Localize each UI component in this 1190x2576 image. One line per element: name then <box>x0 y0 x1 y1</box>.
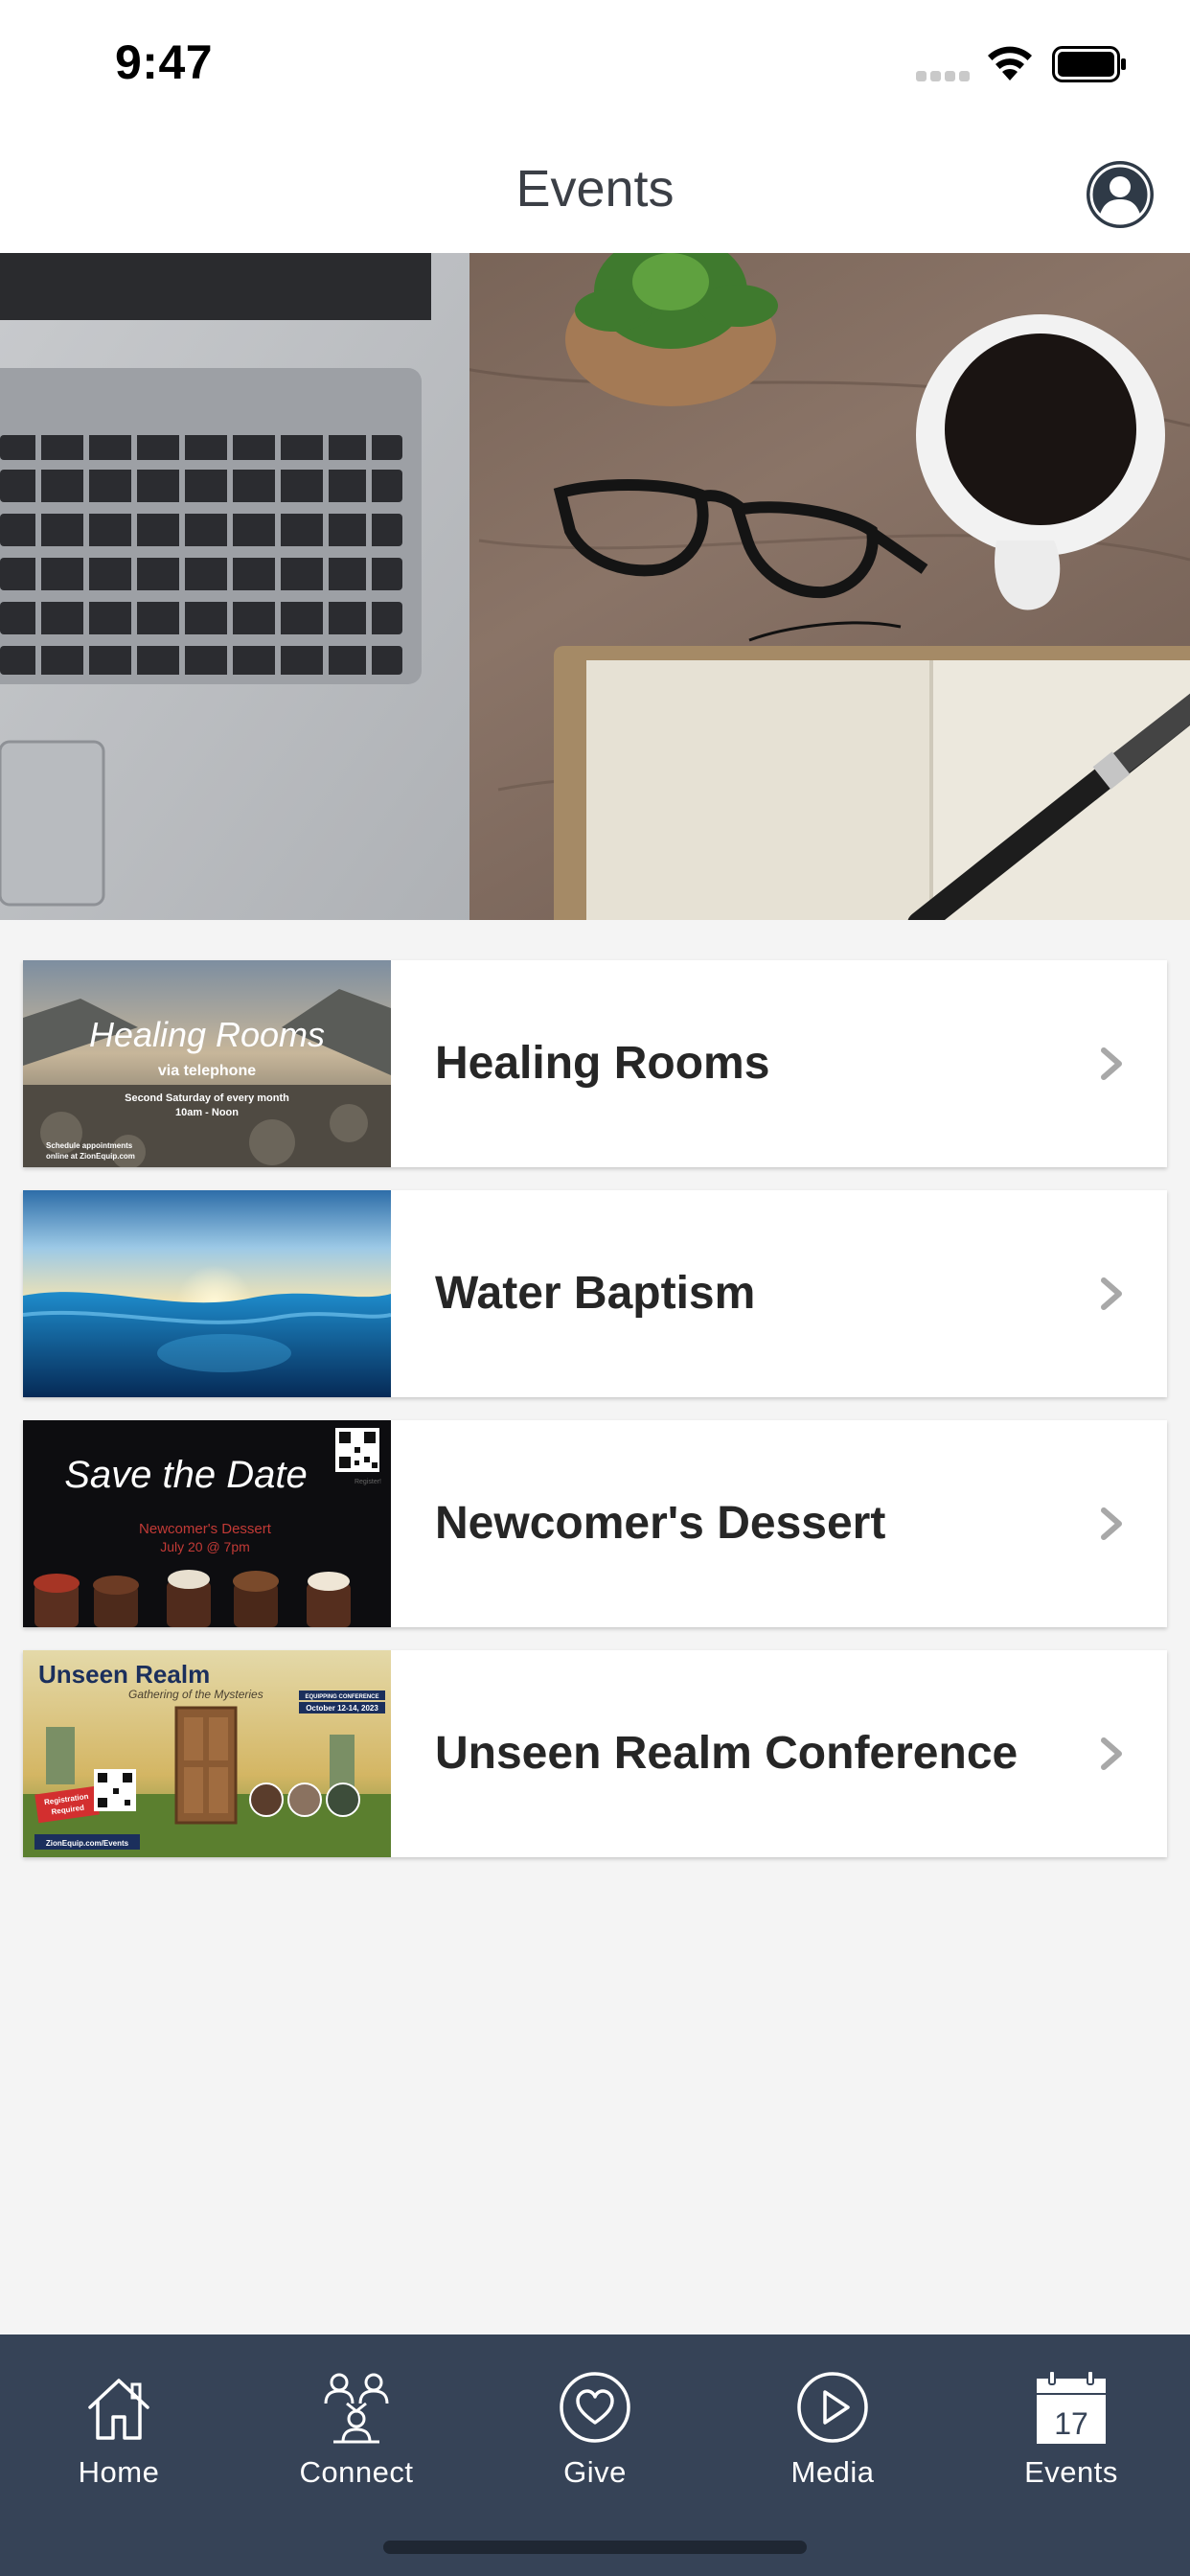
profile-button[interactable] <box>1087 161 1154 228</box>
tab-label: Connect <box>299 2455 414 2489</box>
thumb-script: Gathering of the Mysteries <box>128 1688 263 1701</box>
qr-code <box>335 1428 379 1472</box>
thumb-line1: Second Saturday of every month <box>125 1092 289 1104</box>
event-card-water-baptism[interactable]: Water Baptism <box>23 1190 1167 1397</box>
tab-media[interactable]: Media <box>714 2352 951 2515</box>
chevron-right-icon <box>1101 1737 1122 1770</box>
hero-image <box>0 253 1190 920</box>
tab-connect[interactable]: Connect <box>238 2352 475 2515</box>
event-thumbnail: Save the Date Newcomer's Dessert July 20… <box>23 1420 391 1627</box>
chevron-right-icon <box>1101 1507 1122 1540</box>
thumb-script-title: Save the Date <box>64 1454 308 1496</box>
status-time: 9:47 <box>115 35 214 89</box>
event-title: Newcomer's Dessert <box>435 1498 886 1549</box>
cellular-signal-icon <box>916 71 970 82</box>
tab-label: Home <box>78 2455 160 2489</box>
home-indicator <box>383 2541 807 2554</box>
thumb-script-title: Healing Rooms <box>89 1015 325 1054</box>
event-card-healing-rooms[interactable]: Healing Rooms via telephone Second Satur… <box>23 960 1167 1167</box>
thumb-tag: EQUIPPING CONFERENCE <box>305 1694 378 1700</box>
event-card-unseen-realm-conference[interactable]: Unseen Realm Gathering of the Mysteries … <box>23 1650 1167 1857</box>
hero-desk-photo <box>0 253 1190 920</box>
tab-label: Give <box>563 2455 627 2489</box>
thumb-subtitle: via telephone <box>158 1063 256 1079</box>
status-bar: 9:47 <box>0 0 1190 126</box>
play-circle-icon <box>797 2372 868 2443</box>
home-icon <box>88 2379 149 2440</box>
unseen-realm-image: Unseen Realm Gathering of the Mysteries … <box>23 1650 391 1857</box>
event-thumbnail: Healing Rooms via telephone Second Satur… <box>23 960 391 1167</box>
water-baptism-image <box>23 1190 391 1397</box>
heart-circle-icon <box>560 2372 630 2443</box>
thumb-title: Unseen Realm <box>38 1660 210 1689</box>
qr-caption: Register! <box>355 1479 381 1485</box>
event-title: Unseen Realm Conference <box>435 1728 1018 1779</box>
thumb-footer2: online at ZionEquip.com <box>46 1152 135 1161</box>
thumb-dates: October 12-14, 2023 <box>306 1704 378 1713</box>
tab-label: Media <box>790 2455 875 2489</box>
tab-label: Events <box>1024 2455 1118 2489</box>
calendar-icon: 17 <box>1037 2370 1106 2444</box>
battery-icon <box>1052 46 1126 82</box>
event-thumbnail <box>23 1190 391 1397</box>
tab-events[interactable]: 17 Events <box>952 2352 1190 2515</box>
thumb-url: ZionEquip.com/Events <box>46 1839 129 1848</box>
event-thumbnail: Unseen Realm Gathering of the Mysteries … <box>23 1650 391 1857</box>
newcomers-dessert-image: Save the Date Newcomer's Dessert July 20… <box>23 1420 391 1627</box>
tab-give[interactable]: Give <box>476 2352 714 2515</box>
thumb-line2: 10am - Noon <box>175 1107 239 1118</box>
calendar-day: 17 <box>1054 2406 1088 2441</box>
event-title: Water Baptism <box>435 1268 756 1319</box>
tab-home[interactable]: Home <box>0 2352 238 2515</box>
chevron-right-icon <box>1101 1047 1122 1080</box>
people-icon <box>324 2373 389 2444</box>
thumb-line1: Newcomer's Dessert <box>139 1521 272 1537</box>
thumb-footer1: Schedule appointments <box>46 1141 133 1150</box>
nav-header: Events <box>0 126 1190 253</box>
thumb-line2: July 20 @ 7pm <box>160 1539 250 1554</box>
event-title: Healing Rooms <box>435 1038 770 1089</box>
event-card-newcomers-dessert[interactable]: Save the Date Newcomer's Dessert July 20… <box>23 1420 1167 1627</box>
user-circle-icon <box>1087 162 1153 227</box>
healing-rooms-image: Healing Rooms via telephone Second Satur… <box>23 960 391 1167</box>
page-title: Events <box>515 160 675 218</box>
wifi-icon <box>988 46 1032 80</box>
event-list: Healing Rooms via telephone Second Satur… <box>23 960 1167 1880</box>
chevron-right-icon <box>1101 1277 1122 1310</box>
